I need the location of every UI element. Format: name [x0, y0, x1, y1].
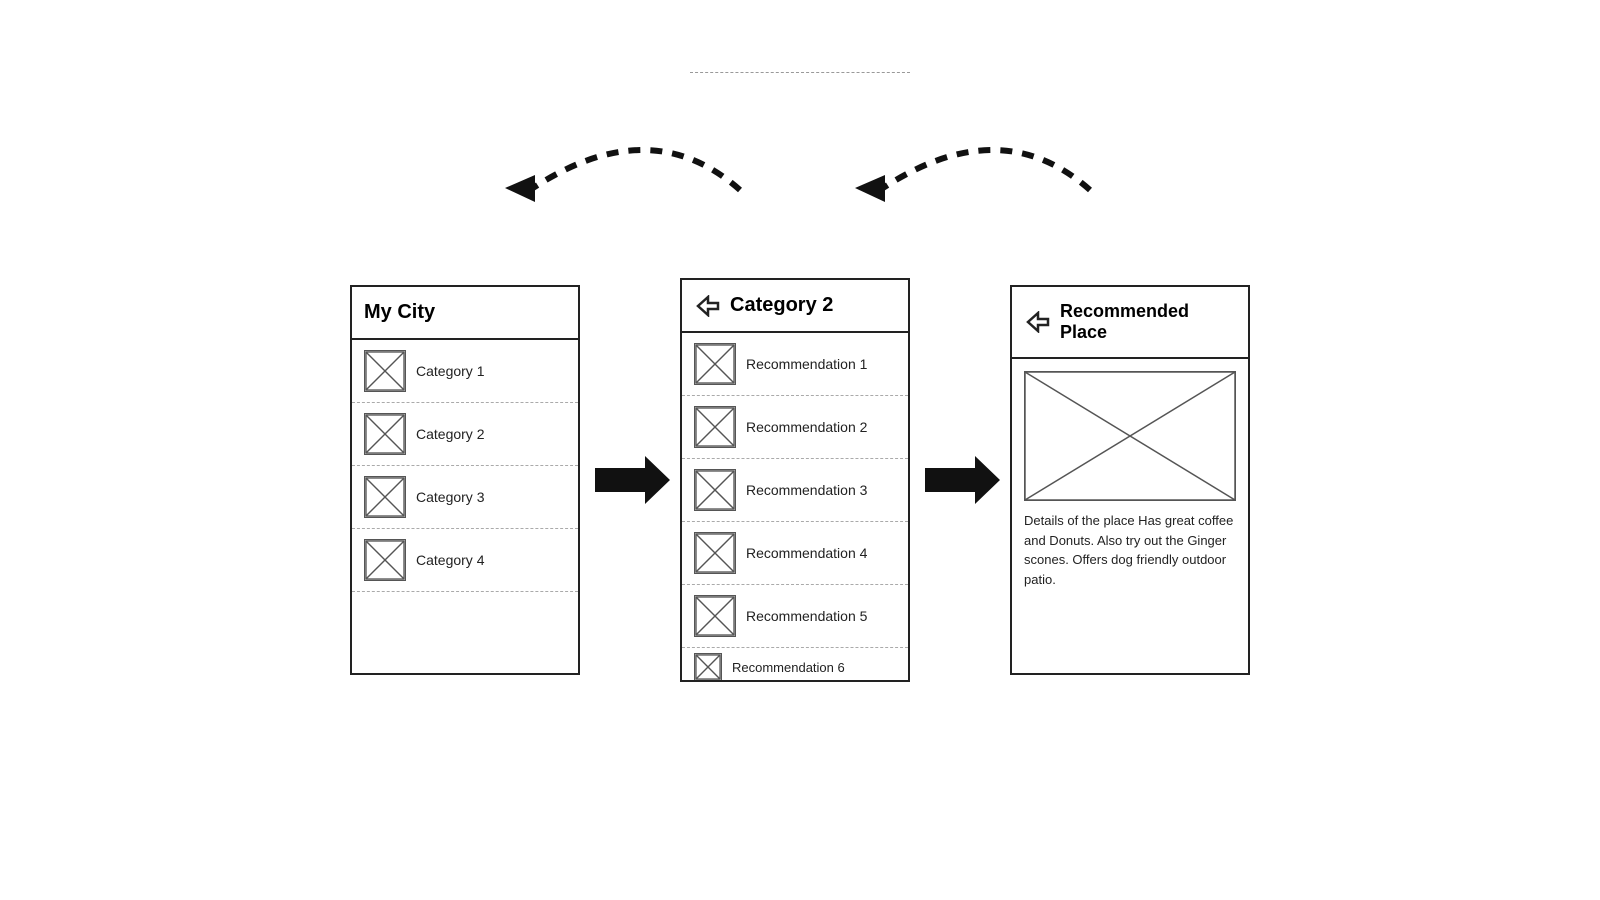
list-item[interactable]: Category 1 [352, 340, 578, 403]
recommendation-image-placeholder [694, 343, 736, 385]
panel-my-city: My City Category 1 [350, 285, 580, 675]
flow-container: My City Category 1 [350, 278, 1250, 682]
arrow-forward-2 [910, 450, 1010, 510]
main-canvas: My City Category 1 [0, 0, 1600, 900]
curved-arrows-svg [350, 100, 1250, 220]
panel-category-title: Category 2 [730, 294, 833, 317]
recommendation-image-placeholder [694, 653, 722, 680]
panel-recommended-place-title: Recommended Place [1060, 301, 1236, 343]
place-image-placeholder [1024, 371, 1236, 501]
arrow-forward-1 [580, 450, 680, 510]
recommendation-label: Recommendation 1 [746, 356, 867, 372]
separator-line [690, 72, 910, 73]
list-item[interactable]: Category 2 [352, 403, 578, 466]
recommendation-image-placeholder [694, 532, 736, 574]
category-image-placeholder [364, 350, 406, 392]
panel-category-list: Recommendation 1 Recommendation 2 [682, 333, 908, 680]
list-item[interactable]: Recommendation 4 [682, 522, 908, 585]
recommendation-label: Recommendation 6 [732, 660, 845, 675]
list-item[interactable]: Recommendation 2 [682, 396, 908, 459]
panel-recommended-place-header: Recommended Place [1012, 287, 1248, 359]
list-item[interactable]: Category 3 [352, 466, 578, 529]
category-label: Category 2 [416, 426, 484, 442]
back-arrow-icon[interactable] [694, 295, 720, 317]
recommendation-label: Recommendation 3 [746, 482, 867, 498]
list-item[interactable]: Recommendation 3 [682, 459, 908, 522]
panel-category: Category 2 Recommendation 1 [680, 278, 910, 682]
category-label: Category 3 [416, 489, 484, 505]
category-image-placeholder [364, 413, 406, 455]
panel-my-city-title: My City [364, 301, 435, 324]
back-arrow-icon[interactable] [1024, 311, 1050, 333]
recommendation-image-placeholder [694, 406, 736, 448]
panel-bottom-space [352, 592, 578, 672]
panel-my-city-header: My City [352, 287, 578, 340]
list-item-partial[interactable]: Recommendation 6 [682, 648, 908, 680]
recommendation-label: Recommendation 4 [746, 545, 867, 561]
category-label: Category 4 [416, 552, 484, 568]
recommendation-image-placeholder [694, 469, 736, 511]
category-label: Category 1 [416, 363, 484, 379]
panel-recommended-place: Recommended Place Details of the place H… [1010, 285, 1250, 675]
recommendation-label: Recommendation 5 [746, 608, 867, 624]
recommendation-label: Recommendation 2 [746, 419, 867, 435]
list-item[interactable]: Category 4 [352, 529, 578, 592]
recommendation-image-placeholder [694, 595, 736, 637]
list-item[interactable]: Recommendation 1 [682, 333, 908, 396]
place-detail-text: Details of the place Has great coffee an… [1012, 511, 1248, 601]
category-image-placeholder [364, 476, 406, 518]
panel-category-header: Category 2 [682, 280, 908, 333]
list-item[interactable]: Recommendation 5 [682, 585, 908, 648]
panel-my-city-list: Category 1 Category 2 [352, 340, 578, 672]
category-image-placeholder [364, 539, 406, 581]
